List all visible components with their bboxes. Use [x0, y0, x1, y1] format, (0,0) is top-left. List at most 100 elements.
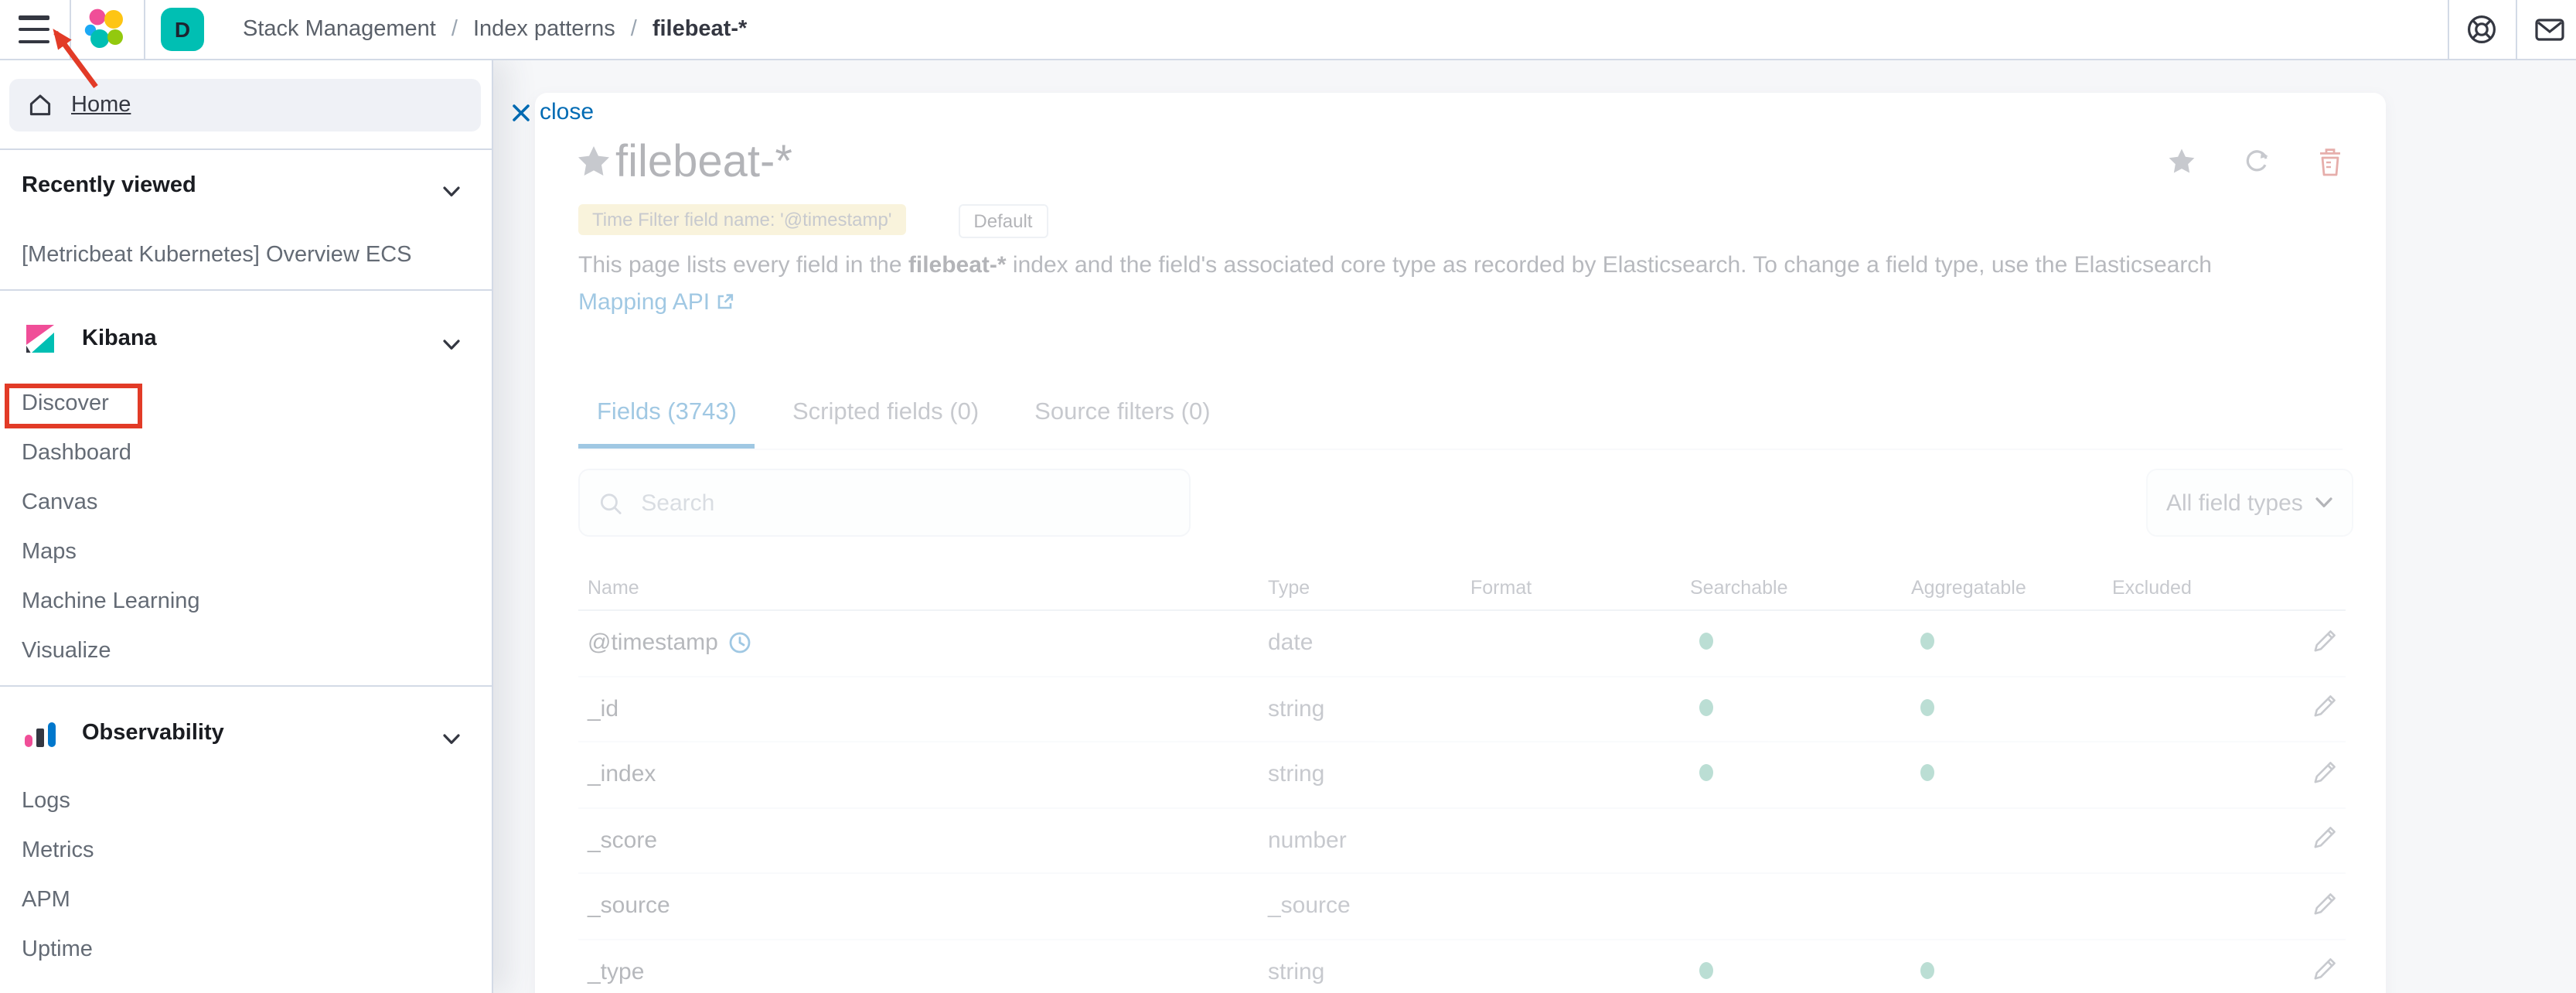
- edit-field-button[interactable]: [2309, 694, 2339, 725]
- mapping-api-link[interactable]: Mapping API: [578, 289, 734, 316]
- header-excluded: Excluded: [2112, 577, 2288, 599]
- set-default-button[interactable]: [2163, 144, 2200, 181]
- field-table-body: @timestamp date _id string: [578, 611, 2346, 993]
- field-type-filter[interactable]: All field types: [2146, 469, 2353, 537]
- sidebar-item-machine-learning[interactable]: Machine Learning: [22, 585, 200, 619]
- searchable-dot: [1699, 765, 1713, 782]
- header-type: Type: [1268, 577, 1470, 599]
- sidebar-item-home[interactable]: Home: [9, 79, 481, 131]
- tab-source-filters[interactable]: Source filters (0): [1016, 380, 1228, 449]
- aggregatable-dot: [1920, 765, 1934, 782]
- help-button[interactable]: [2462, 11, 2502, 51]
- close-label: close: [540, 99, 594, 125]
- sidebar-item-visualize[interactable]: Visualize: [22, 634, 111, 668]
- edit-field-button[interactable]: [2309, 759, 2339, 790]
- field-type: date: [1268, 630, 1470, 657]
- header-name: Name: [578, 577, 1268, 599]
- elastic-logo-icon: [80, 5, 130, 54]
- menu-button[interactable]: [14, 12, 54, 46]
- close-button[interactable]: close: [512, 99, 594, 125]
- edit-field-button[interactable]: [2309, 825, 2339, 856]
- edit-field-button[interactable]: [2309, 957, 2339, 988]
- breadcrumb-stack-management[interactable]: Stack Management: [243, 17, 436, 42]
- field-type: number: [1268, 828, 1470, 854]
- chevron-down-icon: [442, 186, 461, 198]
- pencil-icon: [2311, 759, 2337, 786]
- tabs: Fields (3743) Scripted fields (0) Source…: [578, 380, 2343, 450]
- page-title: filebeat-*: [615, 131, 792, 193]
- divider: [2448, 0, 2449, 59]
- header-format: Format: [1470, 577, 1690, 599]
- divider: [70, 0, 71, 59]
- space-avatar[interactable]: D: [161, 8, 204, 51]
- tab-fields[interactable]: Fields (3743): [578, 380, 755, 449]
- aggregatable-dot: [1920, 962, 1934, 979]
- refresh-icon: [2241, 147, 2271, 176]
- breadcrumb-index-patterns[interactable]: Index patterns: [473, 17, 615, 42]
- table-row: _type string: [578, 940, 2346, 993]
- mail-icon: [2533, 12, 2567, 46]
- sidebar-item-discover[interactable]: Discover: [22, 387, 109, 421]
- trash-icon: [2316, 147, 2344, 178]
- search-input[interactable]: [638, 488, 1170, 517]
- sidebar-item-metrics[interactable]: Metrics: [22, 834, 94, 868]
- field-type: string: [1268, 696, 1470, 722]
- field-name: _id: [588, 696, 618, 722]
- divider: [0, 289, 492, 291]
- time-filter-badge: Time Filter field name: '@timestamp': [578, 204, 905, 235]
- breadcrumb-current: filebeat-*: [653, 17, 748, 42]
- observability-collapse-button[interactable]: [436, 724, 467, 749]
- kibana-section-title: Kibana: [82, 323, 157, 354]
- searchable-dot: [1699, 633, 1713, 650]
- hamburger-icon: [19, 15, 49, 19]
- field-name: _source: [588, 893, 670, 920]
- sidebar-item-uptime[interactable]: Uptime: [22, 933, 93, 967]
- table-row: _id string: [578, 677, 2346, 742]
- recently-viewed-title: Recently viewed: [22, 170, 196, 201]
- tab-scripted-fields[interactable]: Scripted fields (0): [774, 380, 997, 449]
- field-name: _score: [588, 828, 657, 854]
- field-type: string: [1268, 959, 1470, 985]
- badges-row: Time Filter field name: '@timestamp' Def…: [578, 204, 1048, 238]
- table-row: _source _source: [578, 874, 2346, 940]
- close-icon: [512, 103, 530, 121]
- fields-table: Name Type Format Searchable Aggregatable…: [578, 566, 2346, 993]
- kibana-collapse-button[interactable]: [436, 329, 467, 354]
- external-link-icon: [716, 292, 734, 311]
- overlay-dimmed-content: filebeat-*: [535, 93, 2386, 993]
- sidebar-item-apm[interactable]: APM: [22, 883, 70, 917]
- breadcrumb-separator: /: [631, 17, 637, 42]
- index-pattern-card: filebeat-*: [535, 93, 2386, 993]
- divider: [144, 0, 145, 59]
- refresh-button[interactable]: [2237, 144, 2274, 181]
- sidebar-item-canvas[interactable]: Canvas: [22, 486, 97, 520]
- divider: [2516, 0, 2517, 59]
- home-label: Home: [71, 93, 131, 118]
- newsfeed-button[interactable]: [2530, 11, 2570, 51]
- field-search: [578, 469, 1191, 537]
- page-description: This page lists every field in the fileb…: [578, 247, 2267, 322]
- pencil-icon: [2311, 825, 2337, 851]
- edit-field-button[interactable]: [2309, 628, 2339, 659]
- divider: [0, 685, 492, 687]
- searchable-dot: [1699, 962, 1713, 979]
- pencil-icon: [2311, 694, 2337, 720]
- field-name: _index: [588, 762, 656, 788]
- elastic-logo[interactable]: [80, 5, 130, 54]
- chevron-down-icon: [442, 339, 461, 351]
- sidebar-item-logs[interactable]: Logs: [22, 784, 70, 818]
- kibana-app: D Stack Management / Index patterns / fi…: [0, 0, 2576, 993]
- pencil-icon: [2311, 891, 2337, 917]
- recently-viewed-item[interactable]: [Metricbeat Kubernetes] Overview ECS: [22, 238, 412, 272]
- index-name-bold: filebeat-*: [908, 252, 1007, 278]
- sidebar-item-maps[interactable]: Maps: [22, 535, 77, 569]
- kibana-logo-icon: [22, 320, 59, 357]
- sidebar-item-dashboard[interactable]: Dashboard: [22, 436, 131, 470]
- favorite-star-icon: [577, 144, 611, 178]
- edit-field-button[interactable]: [2309, 891, 2339, 922]
- time-filter-clock-icon: [729, 632, 752, 655]
- recently-viewed-collapse-button[interactable]: [436, 176, 467, 201]
- nav-flyout: Home Recently viewed [Metricbeat Kuberne…: [0, 59, 493, 993]
- table-row: @timestamp date: [578, 611, 2346, 677]
- delete-button[interactable]: [2312, 144, 2349, 181]
